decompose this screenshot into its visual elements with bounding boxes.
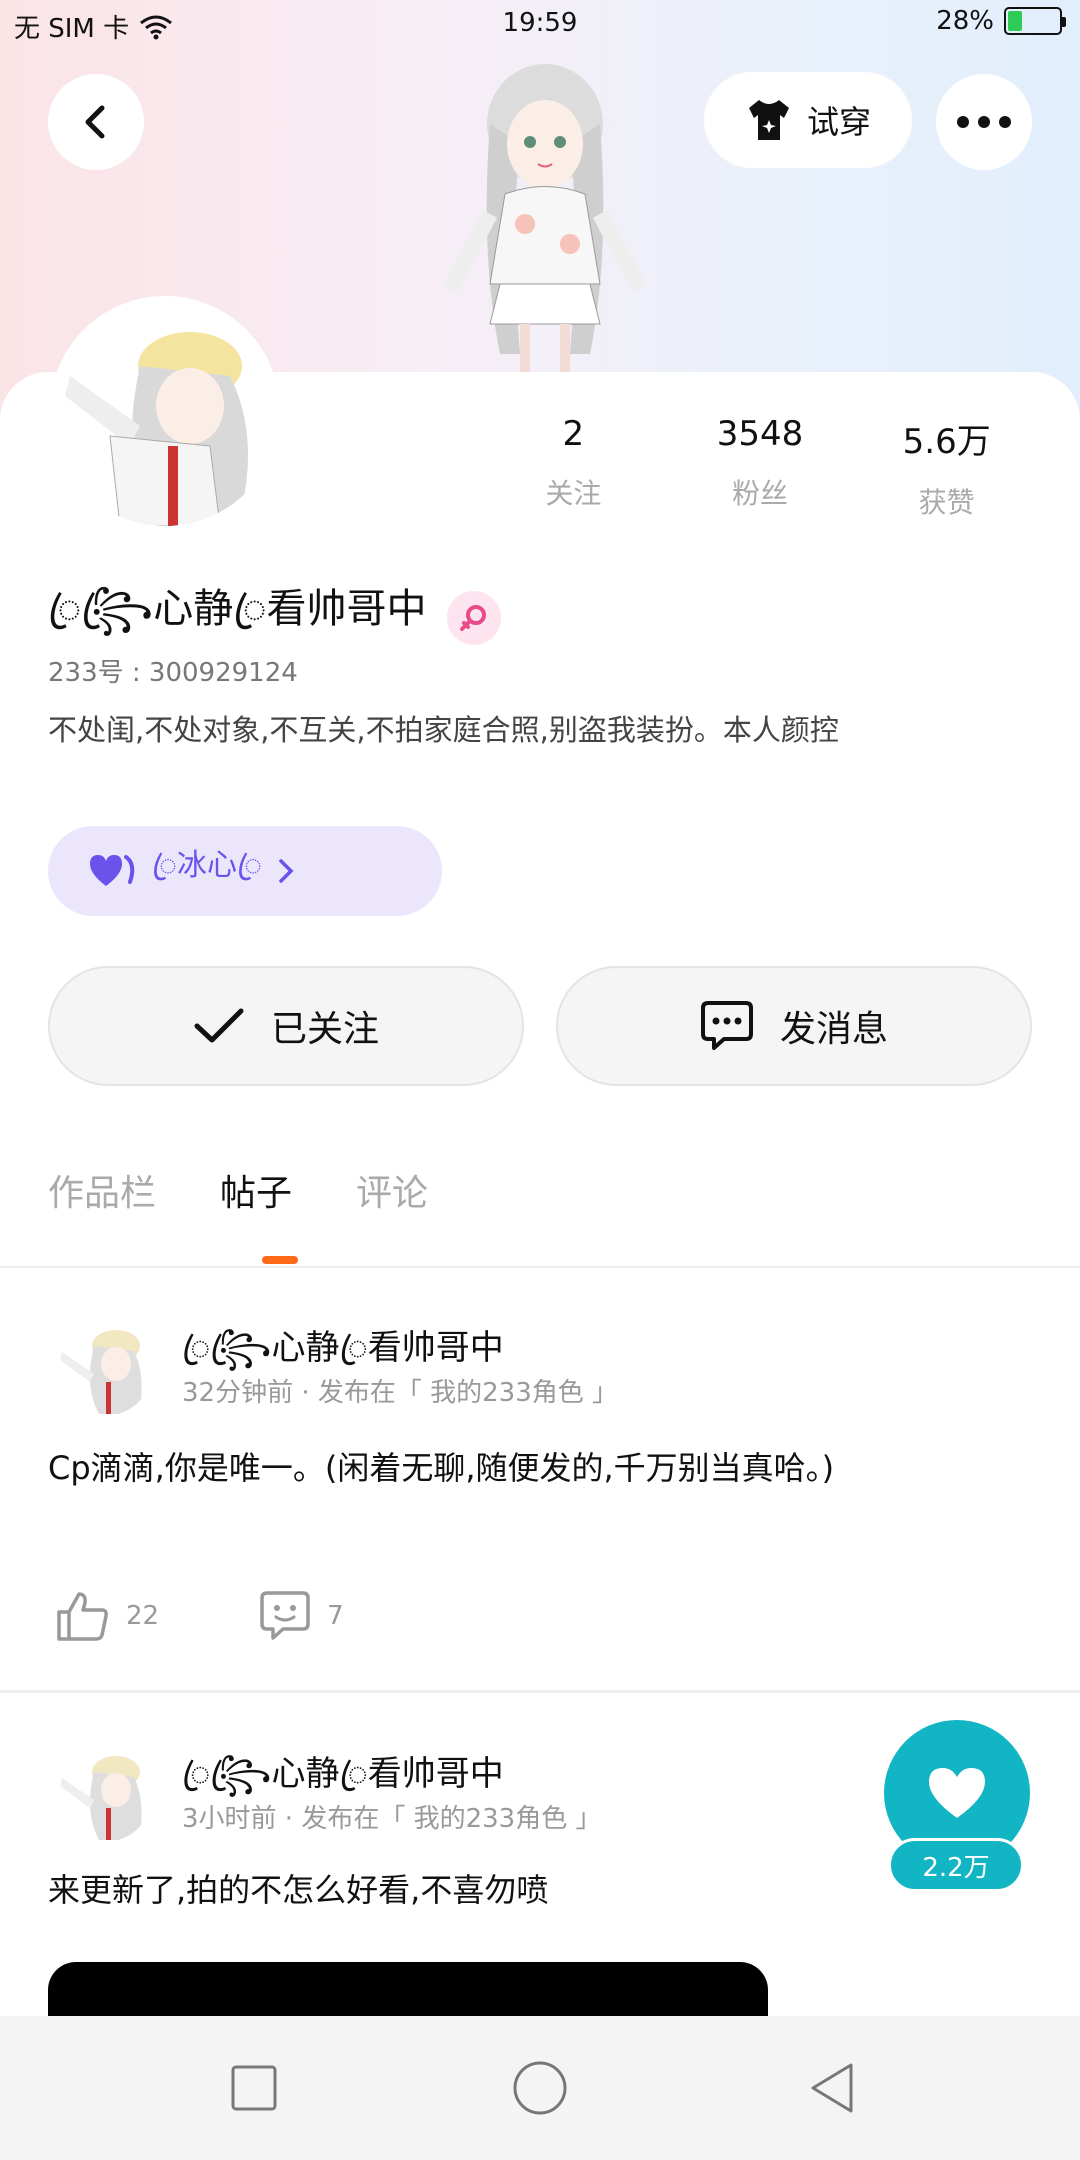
stat-fans[interactable]: 3548 粉丝 — [667, 414, 854, 521]
avatar-image — [54, 1316, 154, 1416]
nickname-row: ꦿ꧂ꦿ心静ꦿ看帅哥中 — [48, 576, 501, 659]
followed-button[interactable]: 已关注 — [48, 966, 524, 1086]
fan-group-name: ꦿ冰心ꦿ — [152, 847, 262, 883]
checkmark-icon — [194, 1008, 244, 1043]
recent-apps-button[interactable] — [222, 2056, 286, 2120]
character-avatar-image — [442, 64, 648, 372]
divider — [0, 1266, 1080, 1268]
triangle-back-icon — [811, 2063, 853, 2113]
nickname: ꦿ꧂ꦿ心静ꦿ看帅哥中 — [48, 586, 427, 632]
try-on-button[interactable]: 试穿 — [704, 72, 912, 168]
circle-icon — [513, 2061, 567, 2115]
post-actions: 22 7 — [56, 1590, 444, 1642]
tshirt-icon — [748, 100, 789, 140]
heart-icon — [90, 855, 135, 886]
gender-female-icon — [446, 590, 501, 645]
home-button[interactable] — [508, 2056, 572, 2120]
send-message-label: 发消息 — [779, 1009, 888, 1050]
stat-value: 5.6万 — [902, 422, 991, 462]
post-like-count: 22 — [126, 1601, 160, 1631]
stat-following[interactable]: 2 关注 — [480, 414, 667, 521]
heart-icon — [929, 1768, 985, 1818]
fan-group-pill[interactable]: ꦿ冰心ꦿ — [48, 826, 442, 916]
back-nav-button[interactable] — [800, 2056, 864, 2120]
battery-level — [1008, 11, 1022, 31]
try-on-label: 试穿 — [806, 103, 871, 141]
battery-percent: 28% — [936, 6, 994, 36]
tab-works[interactable]: 作品栏 — [48, 1164, 156, 1216]
status-bar: 无 SIM 卡 19:59 28% — [0, 0, 1080, 46]
stat-label: 获赞 — [918, 486, 975, 519]
stat-label: 关注 — [545, 477, 602, 510]
more-options-button[interactable] — [936, 74, 1032, 170]
square-icon — [231, 2065, 277, 2111]
post-comment-count: 7 — [327, 1601, 344, 1631]
post-meta: 3小时前 · 发布在「 我的233角色 」 — [182, 1804, 602, 1834]
chat-bubble-icon — [700, 1001, 753, 1050]
avatar-image — [50, 296, 280, 526]
tab-comments[interactable]: 评论 — [356, 1164, 428, 1216]
stat-label: 粉丝 — [732, 477, 789, 510]
profile-tabs: 作品栏 帖子 评论 — [48, 1164, 428, 1216]
post-text: Cp滴滴,你是唯一。(闲着无聊,随便发的,千万别当真哈。) — [48, 1449, 835, 1487]
thumbs-up-icon — [57, 1592, 108, 1641]
post-divider — [0, 1690, 1080, 1693]
battery-icon — [1004, 7, 1066, 35]
chevron-left-icon — [85, 105, 105, 139]
active-tab-indicator — [262, 1256, 298, 1264]
stat-value: 3548 — [716, 414, 804, 454]
post-author-avatar[interactable] — [54, 1316, 154, 1416]
followed-label: 已关注 — [270, 1009, 379, 1050]
more-dots-icon — [957, 116, 1011, 128]
stat-value: 2 — [562, 414, 585, 454]
floating-like-count: 2.2万 — [888, 1838, 1024, 1892]
stat-likes[interactable]: 5.6万 获赞 — [853, 414, 1040, 521]
profile-avatar[interactable] — [50, 296, 280, 526]
post-meta: 32分钟前 · 发布在「 我的233角色 」 — [182, 1378, 619, 1408]
post-comment-button[interactable]: 7 — [259, 1590, 344, 1642]
clock: 19:59 — [502, 8, 578, 38]
chevron-right-icon — [279, 859, 294, 883]
user-id: 233号 : 300929124 — [48, 658, 298, 688]
post-text: 来更新了,拍的不怎么好看,不喜勿喷 — [48, 1871, 549, 1909]
post-like-button[interactable]: 22 — [56, 1590, 159, 1642]
back-button[interactable] — [48, 74, 144, 170]
tab-posts[interactable]: 帖子 — [220, 1164, 292, 1216]
profile-bio: 不处闺,不处对象,不互关,不拍家庭合照,别盗我装扮。本人颜控 — [48, 713, 839, 747]
post-author-avatar[interactable] — [54, 1742, 154, 1842]
profile-stats: 2 关注 3548 粉丝 5.6万 获赞 — [480, 414, 1040, 521]
profile-page: 无 SIM 卡 19:59 28% 试穿 2 关注 3548 粉丝 5.6万 获… — [0, 0, 1080, 2160]
avatar-image — [54, 1742, 154, 1842]
system-nav-bar — [0, 2016, 1080, 2160]
send-message-button[interactable]: 发消息 — [556, 966, 1032, 1086]
comment-smile-icon — [260, 1591, 310, 1640]
